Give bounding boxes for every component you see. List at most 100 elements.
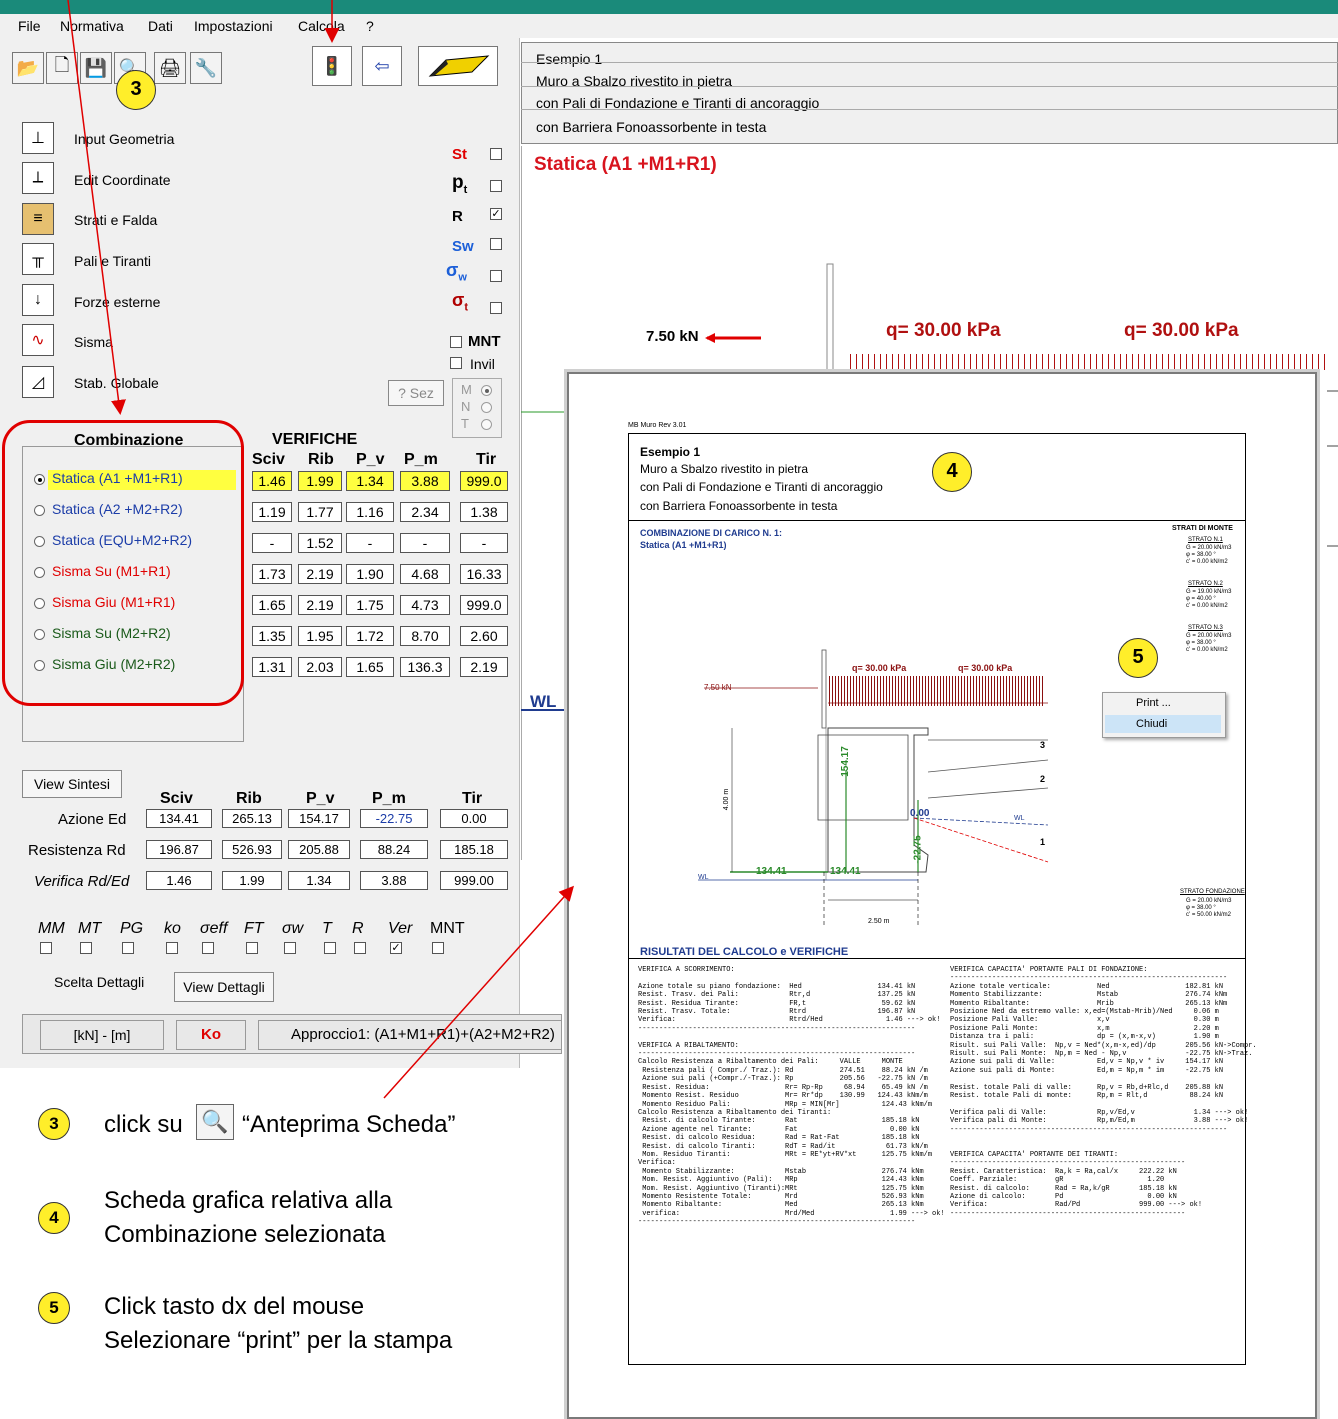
combo-radio[interactable]	[34, 567, 45, 578]
layers-icon[interactable]: ≡	[22, 203, 54, 235]
menu-file[interactable]: File	[18, 18, 41, 34]
piles-icon[interactable]: ╥	[22, 243, 54, 275]
load-hatch-line	[958, 676, 959, 706]
detail-flag-checkbox[interactable]	[324, 942, 336, 954]
flag-mnt-checkbox[interactable]	[450, 336, 462, 348]
wrench-icon[interactable]: 🔧	[190, 52, 222, 84]
flag-invil-checkbox[interactable]	[450, 357, 462, 369]
view-dettagli-button[interactable]: View Dettagli	[174, 972, 274, 1002]
verifiche-cell: 1.19	[252, 502, 292, 522]
sheet-desc-line: con Pali di Fondazione e Tiranti di anco…	[640, 480, 883, 494]
view-sintesi-button[interactable]: View Sintesi	[22, 770, 122, 798]
detail-flag-checkbox[interactable]	[432, 942, 444, 954]
layer-label: 1	[1040, 837, 1046, 847]
load-hatch-line	[937, 676, 938, 706]
verifiche-cell: 1.65	[252, 595, 292, 615]
combo-item-label[interactable]: Sisma Su (M1+R1)	[48, 563, 236, 583]
menu-print[interactable]: Print ...	[1136, 697, 1171, 709]
flag-pt-label: pt	[452, 172, 468, 196]
menu-impostazioni[interactable]: Impostazioni	[194, 18, 273, 34]
flag-sigw-checkbox[interactable]	[490, 270, 502, 282]
cmd-pali-tiranti[interactable]: Pali e Tiranti	[74, 253, 151, 269]
combo-radio[interactable]	[34, 536, 45, 547]
load-hatch-line	[988, 354, 989, 370]
cmd-input-geometria[interactable]: Input Geometria	[74, 131, 174, 147]
strato-prop: G = 20.00 kN/m3	[1186, 633, 1232, 639]
cmd-forze-esterne[interactable]: Forze esterne	[74, 294, 160, 310]
wall-shape-icon[interactable]	[418, 46, 498, 86]
cmd-edit-coordinate[interactable]: Edit Coordinate	[74, 172, 171, 188]
detail-flag-checkbox[interactable]	[284, 942, 296, 954]
combo-radio[interactable]	[34, 629, 45, 640]
load-hatch-line	[871, 676, 872, 706]
flag-pt-checkbox[interactable]	[490, 180, 502, 192]
load-hatch-line	[1036, 676, 1037, 706]
sheet-height-dim: 4.00 m	[723, 788, 731, 811]
flag-r-checkbox[interactable]: ✓	[490, 208, 502, 220]
load-hatch-line	[880, 354, 881, 370]
load-hatch-line	[970, 354, 971, 370]
combo-radio[interactable]	[34, 474, 45, 485]
detail-flag-checkbox[interactable]	[354, 942, 366, 954]
verifiche-cell: 4.73	[400, 595, 450, 615]
load-hatch-line	[1000, 354, 1001, 370]
combo-radio[interactable]	[34, 505, 45, 516]
verifiche-header: Tir	[476, 451, 497, 468]
print-icon[interactable]: 🖨	[154, 52, 186, 84]
stability-icon[interactable]: ◿	[22, 366, 54, 398]
cmd-strati-falda[interactable]: Strati e Falda	[74, 212, 157, 228]
flag-st-checkbox[interactable]	[490, 148, 502, 160]
radio-t[interactable]	[481, 419, 492, 430]
verifiche-cell: 999.0	[460, 471, 508, 491]
combo-radio[interactable]	[34, 660, 45, 671]
menu-normativa[interactable]: Normativa	[60, 18, 124, 34]
load-hatch-line	[1204, 354, 1205, 370]
detail-flag-checkbox[interactable]	[202, 942, 214, 954]
detail-flag-checkbox[interactable]	[166, 942, 178, 954]
cmd-stab-globale[interactable]: Stab. Globale	[74, 375, 159, 391]
radio-n[interactable]	[481, 402, 492, 413]
back-arrow-icon[interactable]: ⇦	[362, 46, 402, 86]
combo-item-label[interactable]: Sisma Giu (M2+R2)	[48, 656, 236, 676]
detail-flag-checkbox[interactable]	[40, 942, 52, 954]
new-file-icon[interactable]: 🗋	[46, 52, 78, 84]
menu-calcola[interactable]: Calcola	[298, 18, 345, 34]
sez-button[interactable]: ? Sez	[388, 380, 444, 406]
load-hatch-line	[982, 354, 983, 370]
combo-item-label[interactable]: Statica (EQU+M2+R2)	[48, 532, 236, 552]
strato-prop: φ = 38.00 °	[1186, 552, 1216, 558]
menu-help[interactable]: ?	[366, 18, 374, 34]
traffic-light-icon[interactable]: 🚦	[312, 46, 352, 86]
detail-flag-checkbox[interactable]	[122, 942, 134, 954]
menu-chiudi[interactable]: Chiudi	[1136, 718, 1167, 730]
menu-dati[interactable]: Dati	[148, 18, 173, 34]
coordinates-icon[interactable]: ⟂	[22, 162, 54, 194]
load-hatch-line	[952, 676, 953, 706]
flag-sw-checkbox[interactable]	[490, 238, 502, 250]
detail-flag-checkbox[interactable]	[80, 942, 92, 954]
detail-flag-checkbox[interactable]: ✓	[390, 942, 402, 954]
flag-sigt-checkbox[interactable]	[490, 302, 502, 314]
sintesi-cell: 526.93	[222, 840, 282, 859]
seismic-icon[interactable]: ∿	[22, 324, 54, 356]
load-hatch-line	[1282, 354, 1283, 370]
combo-item-label[interactable]: Statica (A2 +M2+R2)	[48, 501, 236, 521]
verifiche-cell: 8.70	[400, 626, 450, 646]
verifiche-header: Rib	[308, 451, 334, 468]
load-hatch-line	[1003, 676, 1004, 706]
open-icon[interactable]: 📂	[12, 52, 44, 84]
cmd-sisma[interactable]: Sisma	[74, 334, 113, 350]
save-icon[interactable]: 💾	[80, 52, 112, 84]
combo-item-label[interactable]: Sisma Giu (M1+R1)	[48, 594, 236, 614]
geometry-icon[interactable]: ⊥	[22, 122, 54, 154]
load-hatch-line	[1276, 354, 1277, 370]
status-result: Ko	[176, 1020, 246, 1050]
combo-radio[interactable]	[34, 598, 45, 609]
detail-flag-checkbox[interactable]	[246, 942, 258, 954]
forces-icon[interactable]: ↓	[22, 284, 54, 316]
combo-item-label[interactable]: Sisma Su (M2+R2)	[48, 625, 236, 645]
load-hatch-line	[1072, 354, 1073, 370]
load-hatch-line	[964, 354, 965, 370]
radio-m[interactable]	[481, 385, 492, 396]
combo-item-label[interactable]: Statica (A1 +M1+R1)	[48, 470, 236, 490]
